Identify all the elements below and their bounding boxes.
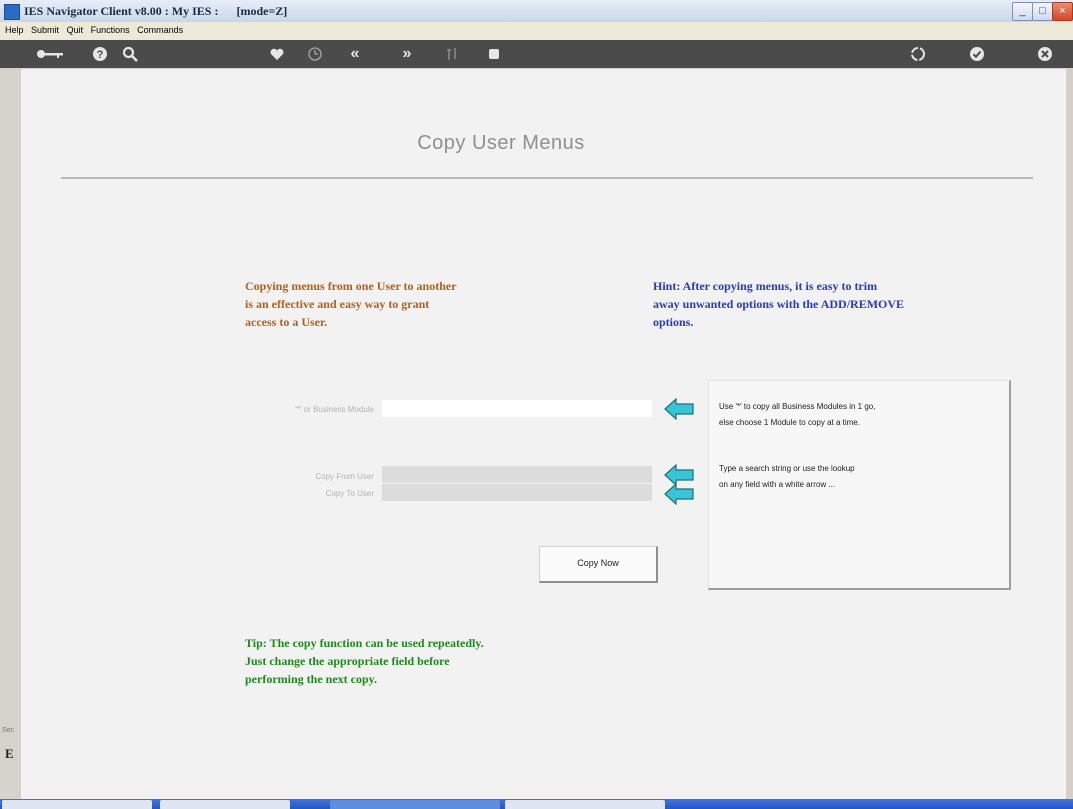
toolbar: ? « » xyxy=(0,40,1073,68)
lookup-arrow-icon[interactable] xyxy=(664,483,694,505)
key-icon[interactable] xyxy=(30,40,70,68)
info-lookup-text: Type a search string or use the lookup o… xyxy=(719,461,855,493)
side-big-label: E xyxy=(5,746,14,761)
rewind-icon[interactable]: « xyxy=(340,40,370,68)
recycle-icon[interactable] xyxy=(903,40,933,68)
svg-text:?: ? xyxy=(97,49,104,61)
hint-line: options. xyxy=(653,315,694,329)
maximize-button[interactable]: □ xyxy=(1032,2,1053,21)
business-module-label: '*' or Business Module xyxy=(295,405,374,414)
app-icon xyxy=(4,4,20,20)
info-line: else choose 1 Module to copy at a time. xyxy=(719,418,860,427)
check-icon[interactable] xyxy=(962,40,992,68)
menu-commands[interactable]: Commands xyxy=(137,22,183,39)
taskbar xyxy=(0,799,1073,809)
info-line: Use '*' to copy all Business Modules in … xyxy=(719,402,876,411)
window-title: IES Navigator Client v8.00 : My IES : [m… xyxy=(24,4,288,18)
menu-bar: Help Submit Quit Functions Commands xyxy=(0,22,1073,41)
tip-line: Tip: The copy function can be used repea… xyxy=(245,636,484,650)
sort-icon[interactable] xyxy=(437,40,467,68)
page-title: Copy User Menus xyxy=(417,132,585,154)
close-icon[interactable] xyxy=(1030,40,1060,68)
search-icon[interactable] xyxy=(115,40,145,68)
forward-icon[interactable]: » xyxy=(392,40,422,68)
description-line: is an effective and easy way to grant xyxy=(245,297,430,311)
copy-from-label: Copy From User xyxy=(315,472,374,481)
side-small-label: Sec xyxy=(2,727,15,734)
hint-text: Hint: After copying menus, it is easy to… xyxy=(653,277,904,331)
tip-line: Just change the appropriate field before xyxy=(245,654,450,668)
taskbar-item[interactable] xyxy=(160,800,290,809)
copy-to-label: Copy To User xyxy=(325,489,374,498)
title-divider xyxy=(61,177,1033,179)
info-line: on any field with a white arrow ... xyxy=(719,480,836,489)
taskbar-item[interactable] xyxy=(505,800,665,809)
menu-help[interactable]: Help xyxy=(5,22,24,39)
info-module-text: Use '*' to copy all Business Modules in … xyxy=(719,399,875,431)
window-title-bar: IES Navigator Client v8.00 : My IES : [m… xyxy=(0,0,1073,23)
info-line: Type a search string or use the lookup xyxy=(719,464,855,473)
tip-text: Tip: The copy function can be used repea… xyxy=(245,634,484,688)
left-side-strip: Sec E xyxy=(0,69,20,799)
menu-submit[interactable]: Submit xyxy=(31,22,59,39)
taskbar-item[interactable] xyxy=(330,800,500,809)
copy-from-user-input[interactable] xyxy=(382,466,652,483)
help-icon[interactable]: ? xyxy=(85,40,115,68)
clock-icon[interactable] xyxy=(300,40,330,68)
info-panel: Use '*' to copy all Business Modules in … xyxy=(708,380,1011,590)
tip-line: performing the next copy. xyxy=(245,672,377,686)
minimize-button[interactable]: _ xyxy=(1012,2,1033,21)
heart-icon[interactable] xyxy=(262,40,292,68)
description-text: Copying menus from one User to another i… xyxy=(245,277,457,331)
copy-now-button[interactable]: Copy Now xyxy=(539,546,658,583)
taskbar-item[interactable] xyxy=(2,800,152,809)
window-close-button[interactable]: × xyxy=(1052,2,1073,21)
hint-line: Hint: After copying menus, it is easy to… xyxy=(653,279,878,293)
description-line: access to a User. xyxy=(245,315,328,329)
hint-line: away unwanted options with the ADD/REMOV… xyxy=(653,297,905,311)
main-canvas: Copy User Menus Copying menus from one U… xyxy=(20,69,1066,799)
business-module-input[interactable] xyxy=(382,400,652,417)
copy-to-user-input[interactable] xyxy=(382,484,652,501)
menu-quit[interactable]: Quit xyxy=(67,22,84,39)
description-line: Copying menus from one User to another xyxy=(245,279,457,293)
menu-functions[interactable]: Functions xyxy=(91,22,130,39)
lookup-arrow-icon[interactable] xyxy=(664,398,694,420)
stop-icon[interactable] xyxy=(479,40,509,68)
